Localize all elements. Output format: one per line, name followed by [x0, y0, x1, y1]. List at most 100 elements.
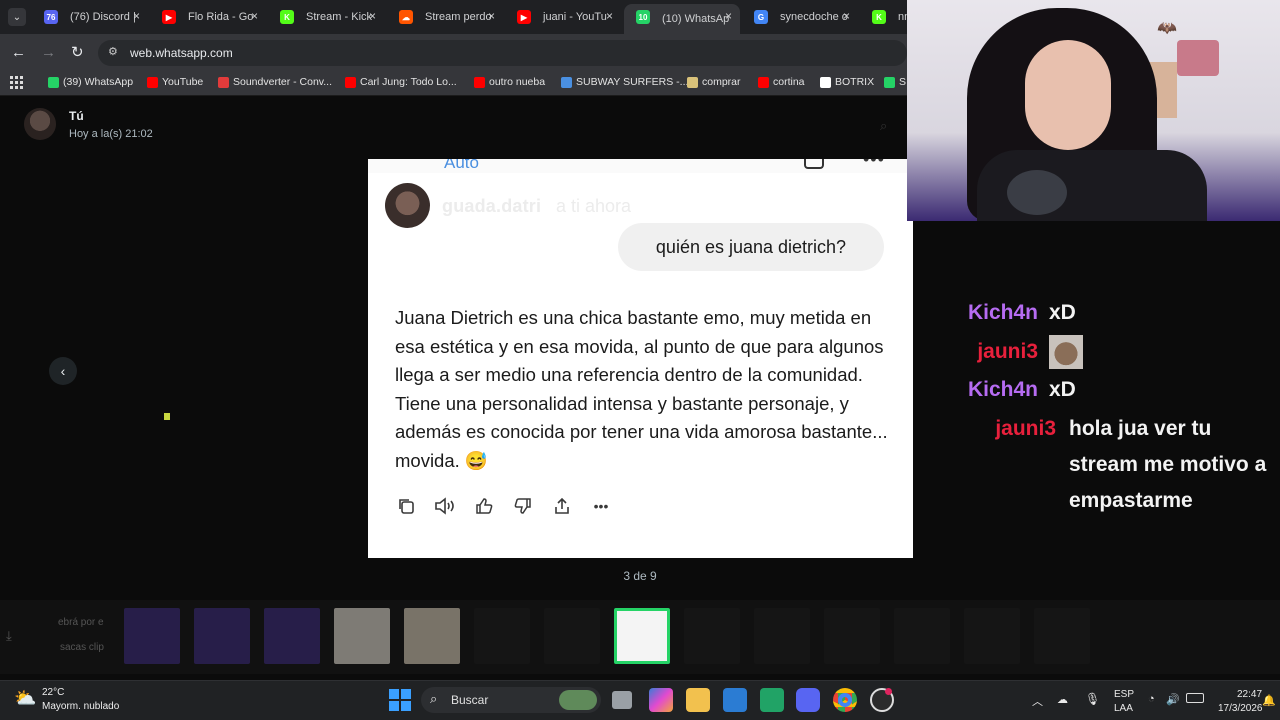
address-bar[interactable]: ⚙ web.whatsapp.com [98, 40, 907, 66]
bookmark-favicon-icon [147, 76, 158, 88]
apps-icon[interactable] [10, 76, 23, 89]
volume-icon[interactable]: 🔊 [1166, 693, 1180, 706]
bookmark-item[interactable]: SUBWAY SURFERS -... [561, 76, 688, 88]
thumbnail-item[interactable] [754, 608, 810, 664]
tab-close-icon[interactable]: × [369, 9, 376, 23]
bookmark-label: SUBWAY SURFERS -... [576, 76, 689, 88]
avatar[interactable] [24, 108, 56, 140]
weather-icon[interactable]: ⛅ [14, 688, 36, 709]
tab-0[interactable]: 76 (76) Discord | × [32, 4, 148, 30]
cursor-icon [164, 413, 170, 420]
more-icon: ••• [863, 159, 885, 169]
bookmark-label: cortina [773, 76, 805, 88]
tab-label: (10) WhatsAp [662, 13, 730, 25]
chat-message: hola jua ver tu stream me motivo a empas… [1069, 417, 1267, 512]
thumbnail-item[interactable] [894, 608, 950, 664]
tray-overflow-icon[interactable]: ︿ [1032, 693, 1043, 709]
tab-favicon-icon: ▶ [162, 10, 176, 24]
thumbnail-item[interactable] [474, 608, 530, 664]
file-explorer-icon[interactable] [686, 688, 710, 712]
start-icon[interactable] [388, 688, 412, 712]
thumbnail-item[interactable] [824, 608, 880, 664]
forward-icon[interactable]: → [41, 44, 56, 61]
bookmark-item[interactable]: (39) WhatsApp [48, 76, 133, 88]
question-bubble: quién es juana dietrich? [618, 223, 884, 271]
tab-close-icon[interactable]: × [133, 9, 140, 23]
bookmark-favicon-icon [687, 76, 698, 88]
thumbnail-item[interactable] [1034, 608, 1090, 664]
word-icon[interactable] [723, 688, 747, 712]
thumbnail-item[interactable] [124, 608, 180, 664]
clock-time[interactable]: 22:47 [1237, 689, 1262, 700]
thumbs-down-icon [512, 495, 534, 517]
tab-3[interactable]: ☁ Stream perdo × [387, 4, 503, 30]
search-icon: ⌕ [430, 691, 438, 706]
tab-4[interactable]: ▶ juani - YouTu × [505, 4, 621, 30]
language-layout[interactable]: LAA [1114, 703, 1133, 714]
thumbnail-item[interactable] [684, 608, 740, 664]
bookmark-item[interactable]: YouTube [147, 76, 203, 88]
tab-close-icon[interactable]: × [725, 9, 732, 23]
previous-button[interactable]: ‹ [49, 357, 77, 385]
task-view-icon[interactable] [612, 691, 632, 709]
bookmark-item[interactable]: comprar [687, 76, 741, 88]
discord-icon[interactable] [796, 688, 820, 712]
bookmark-label: BOTRIX [835, 76, 875, 88]
microphone-icon[interactable]: 🎙 [1085, 692, 1100, 706]
thumbnail-item[interactable] [194, 608, 250, 664]
bookmark-item[interactable]: S [884, 76, 906, 88]
tab-close-icon[interactable]: × [606, 9, 613, 23]
clock-date[interactable]: 17/3/2026 [1218, 703, 1263, 714]
thumbnail-item[interactable] [334, 608, 390, 664]
tab-close-icon[interactable]: × [843, 9, 850, 23]
media-image[interactable]: Auto ••• guada.datri a ti ahora quién es… [368, 159, 913, 558]
weather-temp: 22°C [42, 687, 65, 698]
thumbnail-item[interactable] [264, 608, 320, 664]
streamer-face [1025, 40, 1111, 150]
tab-close-icon[interactable]: × [488, 9, 495, 23]
tab-close-icon[interactable]: × [251, 9, 258, 23]
thumbnail-item[interactable] [544, 608, 600, 664]
language-code[interactable]: ESP [1114, 689, 1134, 700]
tab-favicon-icon: K [280, 10, 294, 24]
thumbnail-item[interactable] [964, 608, 1020, 664]
tab-7[interactable]: Knnig [860, 4, 908, 30]
bookmark-item[interactable]: cortina [758, 76, 805, 88]
thumbnail-item[interactable] [404, 608, 460, 664]
thumbs-up-icon [473, 495, 495, 517]
wall-poster [1177, 40, 1219, 76]
copilot-icon[interactable] [649, 688, 673, 712]
share-icon [551, 495, 573, 517]
back-icon[interactable]: ← [11, 44, 26, 61]
excel-icon[interactable] [760, 688, 784, 712]
reload-icon[interactable]: ↻ [71, 43, 84, 61]
tab-2[interactable]: K Stream - Kick × [268, 4, 384, 30]
tab-6[interactable]: Gsynecdoche o × [742, 4, 858, 30]
site-info-icon[interactable]: ⚙ [108, 45, 118, 58]
bookmark-item[interactable]: Soundverter - Conv... [218, 76, 332, 88]
notifications-icon[interactable]: 🔔 [1262, 694, 1276, 707]
url-text: web.whatsapp.com [130, 46, 233, 60]
bookmark-item[interactable]: Carl Jung: Todo Lo... [345, 76, 457, 88]
download-icon[interactable]: ⤓ [6, 628, 12, 644]
speaker-icon [434, 495, 456, 517]
tab-search-button[interactable]: ⌄ [8, 8, 26, 26]
taskbar-search[interactable]: ⌕ Buscar [421, 687, 601, 713]
onedrive-icon[interactable]: ☁ [1057, 693, 1068, 706]
chrome-icon[interactable] [833, 688, 857, 712]
tab-5[interactable]: 10 (10) WhatsAp × [624, 4, 740, 34]
tab-label: (76) Discord | [70, 11, 136, 23]
sender-name: Tú [69, 109, 84, 123]
chat-message: xD [1049, 378, 1076, 401]
tab-label: Stream perdo [425, 11, 492, 23]
thumbnail-caption: ebrá por e [58, 617, 104, 628]
battery-icon[interactable] [1186, 693, 1204, 703]
bookmark-item[interactable]: outro nueba [474, 76, 545, 88]
bookmark-label: Carl Jung: Todo Lo... [360, 76, 457, 88]
wifi-icon[interactable]: ◔ [1148, 693, 1155, 705]
tab-label: Stream - Kick [306, 11, 373, 23]
bookmark-item[interactable]: BOTRIX [820, 76, 874, 88]
zoom-icon[interactable]: ⌕ [880, 118, 887, 134]
thumbnail-item[interactable] [614, 608, 670, 664]
tab-1[interactable]: ▶ Flo Rida - Go × [150, 4, 266, 30]
